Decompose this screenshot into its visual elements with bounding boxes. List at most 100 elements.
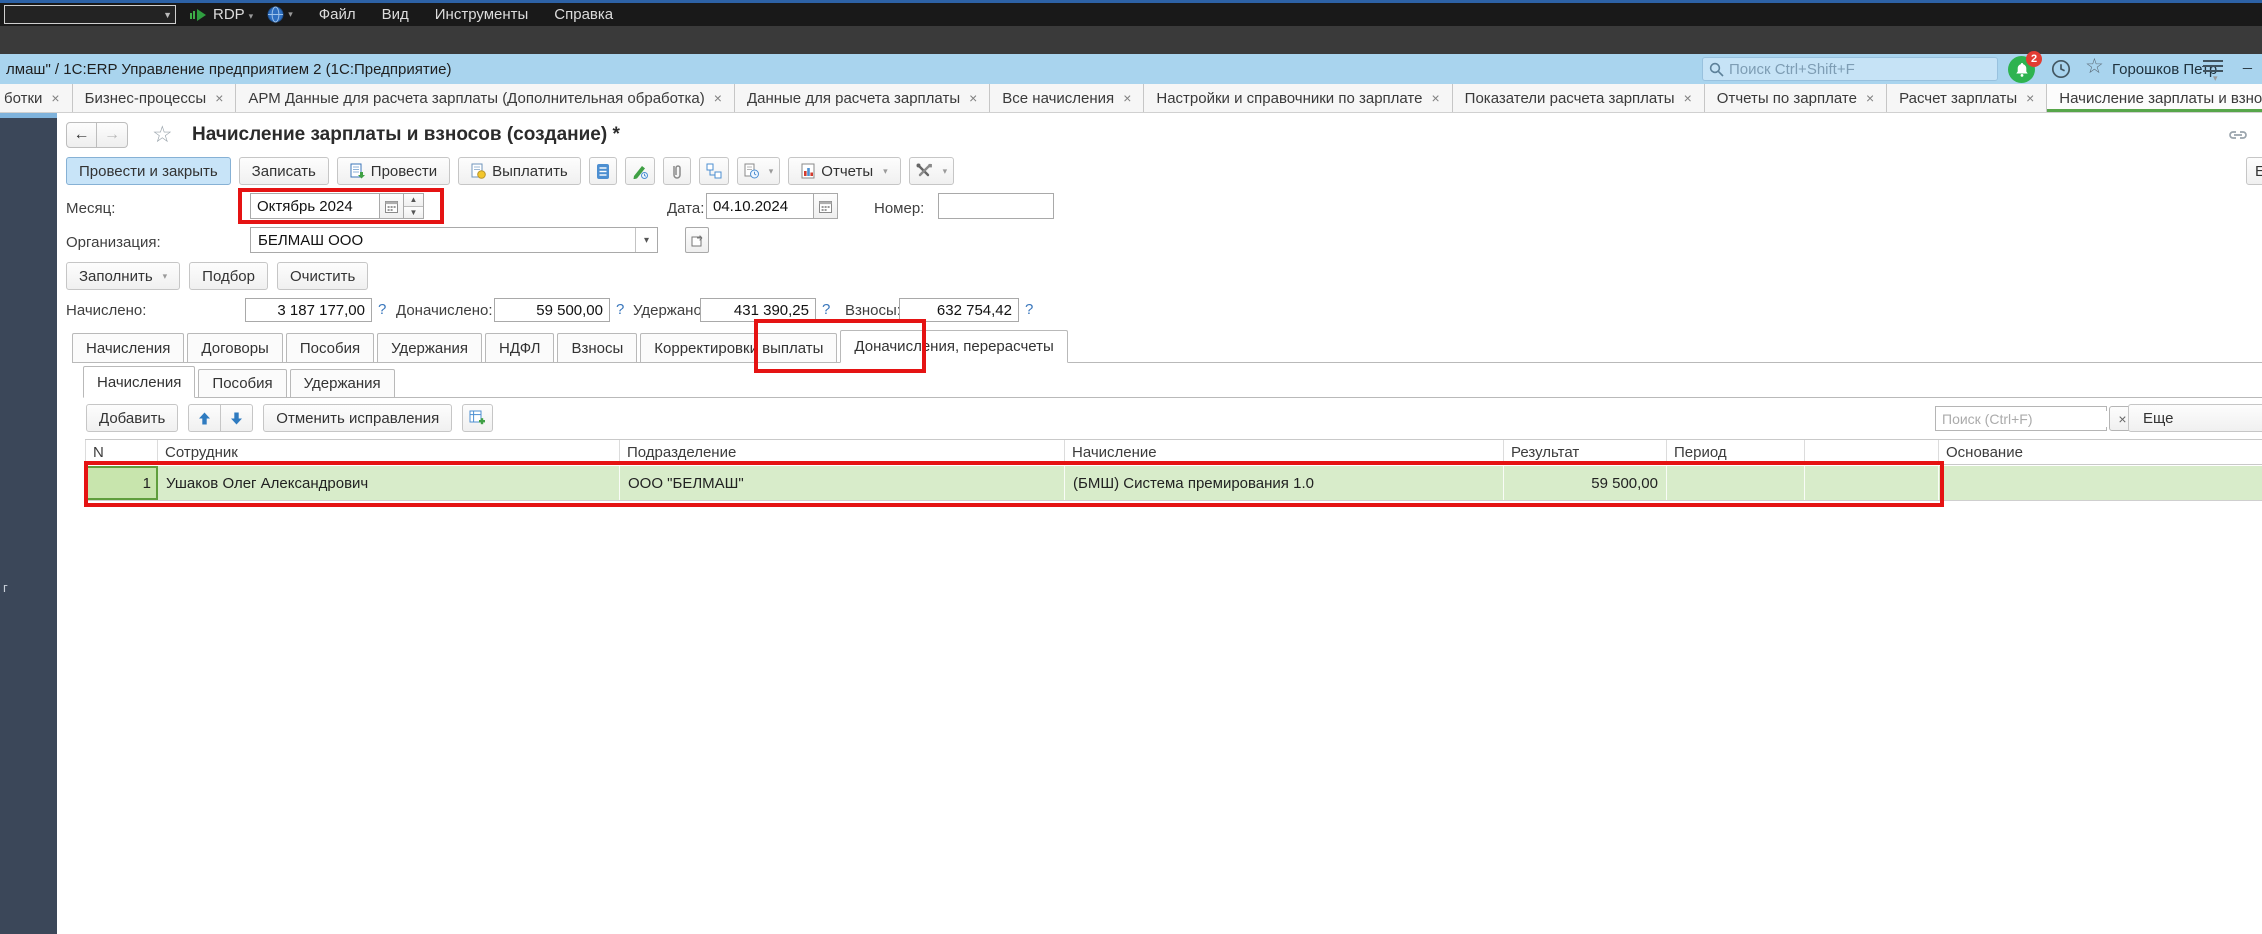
close-icon[interactable]: × <box>1431 90 1439 106</box>
column-header-accrual[interactable]: Начисление <box>1065 440 1504 464</box>
employee-cell[interactable]: Ушаков Олег Александрович <box>158 466 620 500</box>
help-link[interactable]: ? <box>822 301 830 318</box>
column-header-basis[interactable]: Основание <box>1939 440 2262 464</box>
subtab-deductions[interactable]: Удержания <box>290 369 395 398</box>
rdp-menu-view[interactable]: Вид <box>382 6 409 23</box>
tab-additional-accruals-active[interactable]: Доначисления, перерасчеты <box>840 330 1067 363</box>
get-link-icon[interactable] <box>2228 128 2248 142</box>
forward-button[interactable]: → <box>97 122 128 148</box>
rdp-menu-file[interactable]: Файл <box>319 6 356 23</box>
close-icon[interactable]: × <box>714 90 722 106</box>
calendar-icon[interactable] <box>380 193 404 219</box>
column-header-employee[interactable]: Сотрудник <box>158 440 620 464</box>
notifications-button[interactable]: 2 <box>2008 56 2035 83</box>
column-header-period[interactable]: Период <box>1667 440 1805 464</box>
basis-cell[interactable] <box>1939 466 2262 500</box>
extra-cell[interactable] <box>1805 466 1939 500</box>
global-search-box[interactable] <box>1702 57 1998 81</box>
history-icon[interactable] <box>2050 58 2072 80</box>
tab-accrual-document-active[interactable]: Начисление зарплаты и взносов (создание)… <box>2047 84 2262 112</box>
document-structure-button[interactable] <box>699 157 729 185</box>
tab-salary-reports[interactable]: Отчеты по зарплате× <box>1705 84 1887 112</box>
post-button[interactable]: Провести <box>337 157 450 185</box>
undo-fixes-button[interactable]: Отменить исправления <box>263 404 452 432</box>
reports-button[interactable]: Отчеты ▾ <box>788 157 900 185</box>
subtab-benefits[interactable]: Пособия <box>198 369 286 398</box>
grid-search-box[interactable] <box>1935 406 2107 431</box>
tab-contracts[interactable]: Договоры <box>187 333 282 363</box>
close-icon[interactable]: × <box>1684 90 1692 106</box>
pay-button[interactable]: Выплатить <box>458 157 581 185</box>
tab-business-processes[interactable]: Бизнес-процессы× <box>73 84 237 112</box>
add-column-icon-button[interactable] <box>462 404 493 432</box>
globe-icon[interactable] <box>267 6 284 23</box>
service-tools-dropdown[interactable]: ▾ <box>909 157 955 185</box>
grid-search-input[interactable] <box>1942 411 2123 427</box>
close-icon[interactable]: × <box>1866 90 1874 106</box>
tab-payment-corrections[interactable]: Корректировки выплаты <box>640 333 837 363</box>
column-header-n[interactable]: N <box>85 440 158 464</box>
minimize-button[interactable]: _ <box>2243 53 2252 71</box>
date-input[interactable]: 04.10.2024 <box>706 193 814 219</box>
toolbar-more-button-clipped[interactable]: Еще <box>2246 157 2262 185</box>
edit-comment-button[interactable] <box>625 157 655 185</box>
favorites-star-icon[interactable]: ☆ <box>2085 54 2104 79</box>
tab-contributions[interactable]: Взносы <box>557 333 637 363</box>
fill-dropdown-button[interactable]: Заполнить▾ <box>66 262 180 290</box>
tab-obrabotki[interactable]: ботки× <box>0 84 73 112</box>
column-header-department[interactable]: Подразделение <box>620 440 1065 464</box>
close-icon[interactable]: × <box>215 90 223 106</box>
tab-accruals[interactable]: Начисления <box>72 333 184 363</box>
calendar-icon[interactable] <box>814 193 838 219</box>
rdp-menu-help[interactable]: Справка <box>554 6 613 23</box>
save-button[interactable]: Записать <box>239 157 329 185</box>
current-user[interactable]: Горошков Петр <box>2112 61 2217 78</box>
subtab-accruals-active[interactable]: Начисления <box>83 366 195 398</box>
grid-more-button-clipped[interactable]: Еще <box>2128 404 2262 432</box>
attachments-button[interactable] <box>663 157 691 185</box>
column-header-empty[interactable] <box>1805 440 1939 464</box>
tab-salary-settings[interactable]: Настройки и справочники по зарплате× <box>1144 84 1452 112</box>
pick-button[interactable]: Подбор <box>189 262 268 290</box>
month-stepper[interactable]: ▲▼ <box>404 193 424 219</box>
tab-payroll-data[interactable]: Данные для расчета зарплаты× <box>735 84 990 112</box>
accrual-cell[interactable]: (БМШ) Система премирования 1.0 <box>1065 466 1504 500</box>
rdp-menu-button[interactable]: RDP▾ <box>213 6 253 23</box>
number-input[interactable] <box>938 193 1054 219</box>
close-icon[interactable]: × <box>1123 90 1131 106</box>
favorite-star-icon[interactable]: ☆ <box>152 121 173 148</box>
add-row-button[interactable]: Добавить <box>86 404 178 432</box>
help-link[interactable]: ? <box>1025 301 1033 318</box>
help-link[interactable]: ? <box>378 301 386 318</box>
rdp-session-selector[interactable]: ▼ <box>4 5 176 24</box>
month-input[interactable]: Октябрь 2024 <box>250 193 380 219</box>
main-menu-icon[interactable]: ▾ <box>2203 60 2223 75</box>
row-number-cell-selected[interactable]: 1 <box>85 466 158 500</box>
column-header-result[interactable]: Результат <box>1504 440 1667 464</box>
back-button[interactable]: ← <box>66 122 97 148</box>
document-log-dropdown[interactable]: ▾ <box>737 157 781 185</box>
close-icon[interactable]: × <box>2026 90 2034 106</box>
move-down-button[interactable] <box>220 404 253 432</box>
global-search-input[interactable] <box>1729 61 1991 78</box>
tab-salary-calculation[interactable]: Расчет зарплаты× <box>1887 84 2047 112</box>
open-organization-icon[interactable] <box>685 227 709 253</box>
close-icon[interactable]: × <box>51 90 59 106</box>
period-cell[interactable] <box>1667 466 1805 500</box>
register-records-button[interactable] <box>589 157 617 185</box>
result-cell[interactable]: 59 500,00 <box>1504 466 1667 500</box>
tab-all-accruals[interactable]: Все начисления× <box>990 84 1144 112</box>
tab-benefits[interactable]: Пособия <box>286 333 374 363</box>
post-and-close-button[interactable]: Провести и закрыть <box>66 157 231 185</box>
tab-arm-payroll-data[interactable]: АРМ Данные для расчета зарплаты (Дополни… <box>236 84 735 112</box>
department-cell[interactable]: ООО "БЕЛМАШ" <box>620 466 1065 500</box>
help-link[interactable]: ? <box>616 301 624 318</box>
close-icon[interactable]: × <box>969 90 977 106</box>
tab-deductions[interactable]: Удержания <box>377 333 482 363</box>
move-up-button[interactable] <box>188 404 220 432</box>
tab-ndfl[interactable]: НДФЛ <box>485 333 554 363</box>
table-row[interactable]: 1 Ушаков Олег Александрович ООО "БЕЛМАШ"… <box>85 466 2262 500</box>
organization-combo[interactable]: БЕЛМАШ ООО ▾ <box>250 227 658 253</box>
rdp-menu-tools[interactable]: Инструменты <box>435 6 529 23</box>
tab-salary-indicators[interactable]: Показатели расчета зарплаты× <box>1453 84 1705 112</box>
